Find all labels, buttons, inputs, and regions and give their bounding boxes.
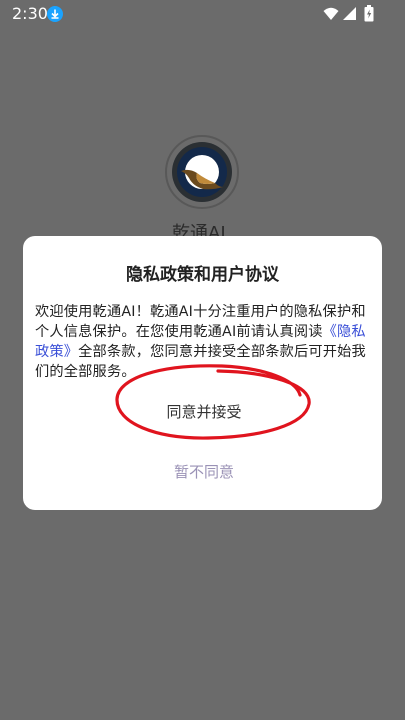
decline-button[interactable]: 暂不同意: [134, 458, 274, 486]
signal-icon: [342, 6, 357, 25]
status-bar: 2:30: [0, 0, 405, 28]
privacy-dialog: 隐私政策和用户协议 欢迎使用乾通AI！乾通AI十分注重用户的隐私保护和个人信息保…: [23, 236, 382, 510]
battery-icon: [364, 5, 374, 26]
body-text: 欢迎使用乾通AI！乾通AI十分注重用户的隐私保护和个人信息保护。在您使用乾通AI…: [35, 304, 366, 340]
dialog-title: 隐私政策和用户协议: [126, 265, 279, 285]
accept-button[interactable]: 同意并接受: [134, 398, 274, 426]
status-time: 2:30: [12, 4, 48, 23]
download-icon: [47, 6, 63, 22]
body-text-continued: 全部条款，您同意并接受全部条款后可开始我们的全部服务。: [35, 344, 366, 380]
app-logo-icon: [165, 135, 239, 209]
wifi-icon: [323, 6, 339, 25]
dialog-body: 欢迎使用乾通AI！乾通AI十分注重用户的隐私保护和个人信息保护。在您使用乾通AI…: [35, 302, 371, 382]
